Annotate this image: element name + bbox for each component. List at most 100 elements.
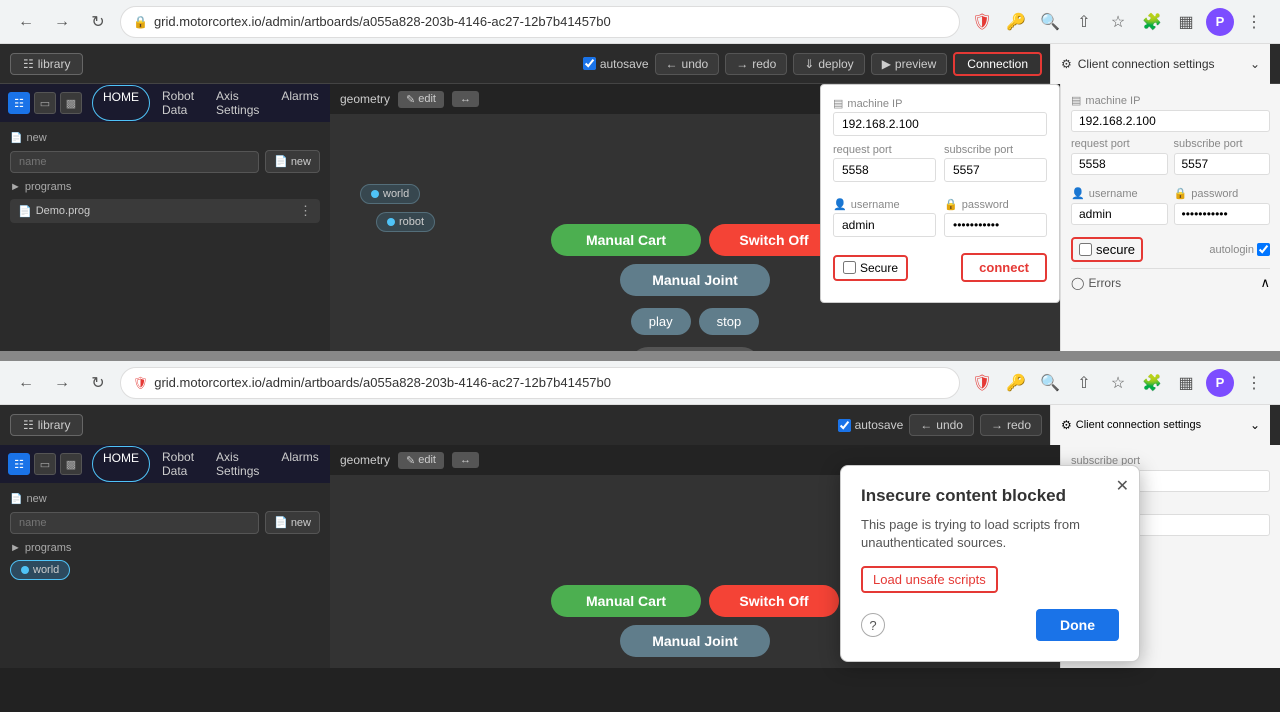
manual-joint-button[interactable]: Manual Joint — [620, 264, 770, 296]
nav-axis-settings[interactable]: Axis Settings — [206, 85, 269, 121]
address-bar-bottom[interactable]: 🛡 grid.motorcortex.io/admin/artboards/a0… — [120, 367, 960, 399]
nav-axis-settings-bottom[interactable]: Axis Settings — [206, 446, 269, 482]
grid-icon-bottom[interactable]: ☷ — [8, 453, 30, 475]
library-icon-bottom: ☷ — [23, 418, 34, 432]
nav-alarms-bottom[interactable]: Alarms — [271, 446, 328, 482]
nav-home[interactable]: HOME — [92, 85, 150, 121]
share-icon-btn-bottom[interactable]: ⇧ — [1070, 369, 1098, 397]
sidebar-machine-ip-label: ▤ machine IP — [1071, 94, 1270, 107]
library-button-bottom[interactable]: ☷ library — [10, 414, 83, 436]
profile-avatar[interactable]: P — [1206, 8, 1234, 36]
done-button[interactable]: Done — [1036, 609, 1119, 641]
redo-button[interactable]: → redo — [725, 53, 787, 75]
secure-checkbox[interactable] — [843, 261, 856, 274]
sidebar-request-port-col: request port — [1071, 138, 1168, 181]
new-button-sm-bottom[interactable]: 📄 new — [265, 511, 320, 534]
edit-button[interactable]: ✎ edit — [398, 91, 444, 108]
refresh-button-bottom[interactable]: ↻ — [84, 369, 112, 397]
search-icon-btn[interactable]: 🔍 — [1036, 8, 1064, 36]
sidebar-password-input[interactable] — [1174, 203, 1271, 225]
nav-home-bottom[interactable]: HOME — [92, 446, 150, 482]
redo-button-bottom[interactable]: → redo — [980, 414, 1042, 436]
tablet-icon-bottom[interactable]: ▭ — [34, 453, 56, 475]
nav-robot-data-bottom[interactable]: Robot Data — [152, 446, 204, 482]
new-button-sm[interactable]: 📄 new — [265, 150, 320, 173]
manual-cart-button-bottom[interactable]: Manual Cart — [551, 585, 701, 617]
edit-button-bottom[interactable]: ✎ edit — [398, 452, 444, 469]
forward-button[interactable]: → — [48, 8, 76, 36]
back-button-bottom[interactable]: ← — [12, 369, 40, 397]
back-button[interactable]: ← — [12, 8, 40, 36]
profile-avatar-bottom[interactable]: P — [1206, 369, 1234, 397]
manual-cart-button[interactable]: Manual Cart — [551, 224, 701, 256]
shield-icon-btn[interactable]: 🛡 — [968, 8, 996, 36]
three-dot-menu[interactable]: ⋮ — [299, 203, 312, 219]
share-icon-btn[interactable]: ⇧ — [1070, 8, 1098, 36]
more-menu-btn-bottom[interactable]: ⋮ — [1240, 369, 1268, 397]
search-icon-btn-bottom[interactable]: 🔍 — [1036, 369, 1064, 397]
sidebar-machine-ip-input[interactable] — [1071, 110, 1270, 132]
help-button[interactable]: ? — [861, 613, 885, 637]
sidebar-subscribe-port-input[interactable] — [1174, 153, 1271, 175]
autosave-checkbox[interactable] — [583, 57, 596, 70]
deploy-button[interactable]: ⇓ deploy — [793, 53, 864, 75]
key-icon-btn[interactable]: 🔑 — [1002, 8, 1030, 36]
left-content-bottom: 📄 new 📄 new ► programs — [0, 483, 330, 668]
puzzle-icon-btn-bottom[interactable]: 🧩 — [1138, 369, 1166, 397]
key-icon-btn-bottom[interactable]: 🔑 — [1002, 369, 1030, 397]
play-button[interactable]: play — [631, 308, 691, 335]
star-icon-btn-bottom[interactable]: ☆ — [1104, 369, 1132, 397]
undo-button[interactable]: ← undo — [655, 53, 720, 75]
request-port-input[interactable] — [833, 158, 936, 182]
puzzle-icon-btn[interactable]: 🧩 — [1138, 8, 1166, 36]
preview-button[interactable]: ▶ preview — [871, 53, 948, 75]
expand-button[interactable]: ↔ — [452, 91, 479, 107]
sidebar-icon-btn[interactable]: ▦ — [1172, 8, 1200, 36]
sidebar-username-input[interactable] — [1071, 203, 1168, 225]
subscribe-port-input[interactable] — [944, 158, 1047, 182]
sidebar-request-port-input[interactable] — [1071, 153, 1168, 175]
file-icon-bottom: 📄 — [10, 494, 22, 505]
nav-robot-data[interactable]: Robot Data — [152, 85, 204, 121]
connect-button[interactable]: connect — [961, 253, 1047, 282]
password-input[interactable] — [944, 213, 1047, 237]
mobile-icon-bottom[interactable]: ▩ — [60, 453, 82, 475]
autosave-checkbox-bottom[interactable] — [838, 419, 851, 432]
name-input[interactable] — [10, 151, 259, 173]
sidebar-icon-btn-bottom[interactable]: ▦ — [1172, 369, 1200, 397]
expand-button-bottom[interactable]: ↔ — [452, 452, 479, 468]
app-nav-bottom: ☷ ▭ ▩ HOME Robot Data Axis Settings Alar… — [0, 445, 330, 483]
refresh-button[interactable]: ↻ — [84, 8, 112, 36]
hold-button[interactable]: HOLD to move to start — [630, 347, 760, 351]
username-input[interactable] — [833, 213, 936, 237]
name-input-bottom[interactable] — [10, 512, 259, 534]
expand-icon-bottom: ⌄ — [1250, 418, 1260, 432]
load-unsafe-scripts-link[interactable]: Load unsafe scripts — [861, 566, 998, 593]
grid-icon[interactable]: ☷ — [8, 92, 30, 114]
undo-button-bottom[interactable]: ← undo — [909, 414, 974, 436]
tablet-icon[interactable]: ▭ — [34, 92, 56, 114]
sidebar-autologin-checkbox[interactable] — [1257, 243, 1270, 256]
library-button[interactable]: ☷ library — [10, 53, 83, 75]
shield-icon-btn-bottom[interactable]: 🛡 — [968, 369, 996, 397]
server-icon: ▤ — [833, 97, 843, 110]
manual-joint-button-bottom[interactable]: Manual Joint — [620, 625, 770, 657]
errors-icon: ◯ — [1071, 276, 1084, 290]
switch-off-button-bottom[interactable]: Switch Off — [709, 585, 839, 617]
star-icon-btn[interactable]: ☆ — [1104, 8, 1132, 36]
auth-row: 👤 username 🔒 password — [833, 198, 1047, 245]
forward-button-bottom[interactable]: → — [48, 369, 76, 397]
more-menu-btn[interactable]: ⋮ — [1240, 8, 1268, 36]
dialog-close-button[interactable]: ✕ — [1116, 476, 1129, 496]
sidebar-secure-checkbox[interactable] — [1079, 243, 1092, 256]
world-node-bottom[interactable]: world — [10, 560, 70, 580]
connection-button[interactable]: Connection — [953, 52, 1042, 76]
nav-alarms[interactable]: Alarms — [271, 85, 328, 121]
machine-ip-input[interactable] — [833, 112, 1047, 136]
programs-label[interactable]: ► programs — [10, 181, 320, 193]
programs-label-bottom[interactable]: ► programs — [10, 542, 320, 554]
stop-button[interactable]: stop — [699, 308, 760, 335]
address-bar[interactable]: 🔒 grid.motorcortex.io/admin/artboards/a0… — [120, 6, 960, 38]
mobile-icon[interactable]: ▩ — [60, 92, 82, 114]
screenshot-bottom: ☷ library autosave ← undo → redo ⚙ Clien… — [0, 405, 1280, 712]
